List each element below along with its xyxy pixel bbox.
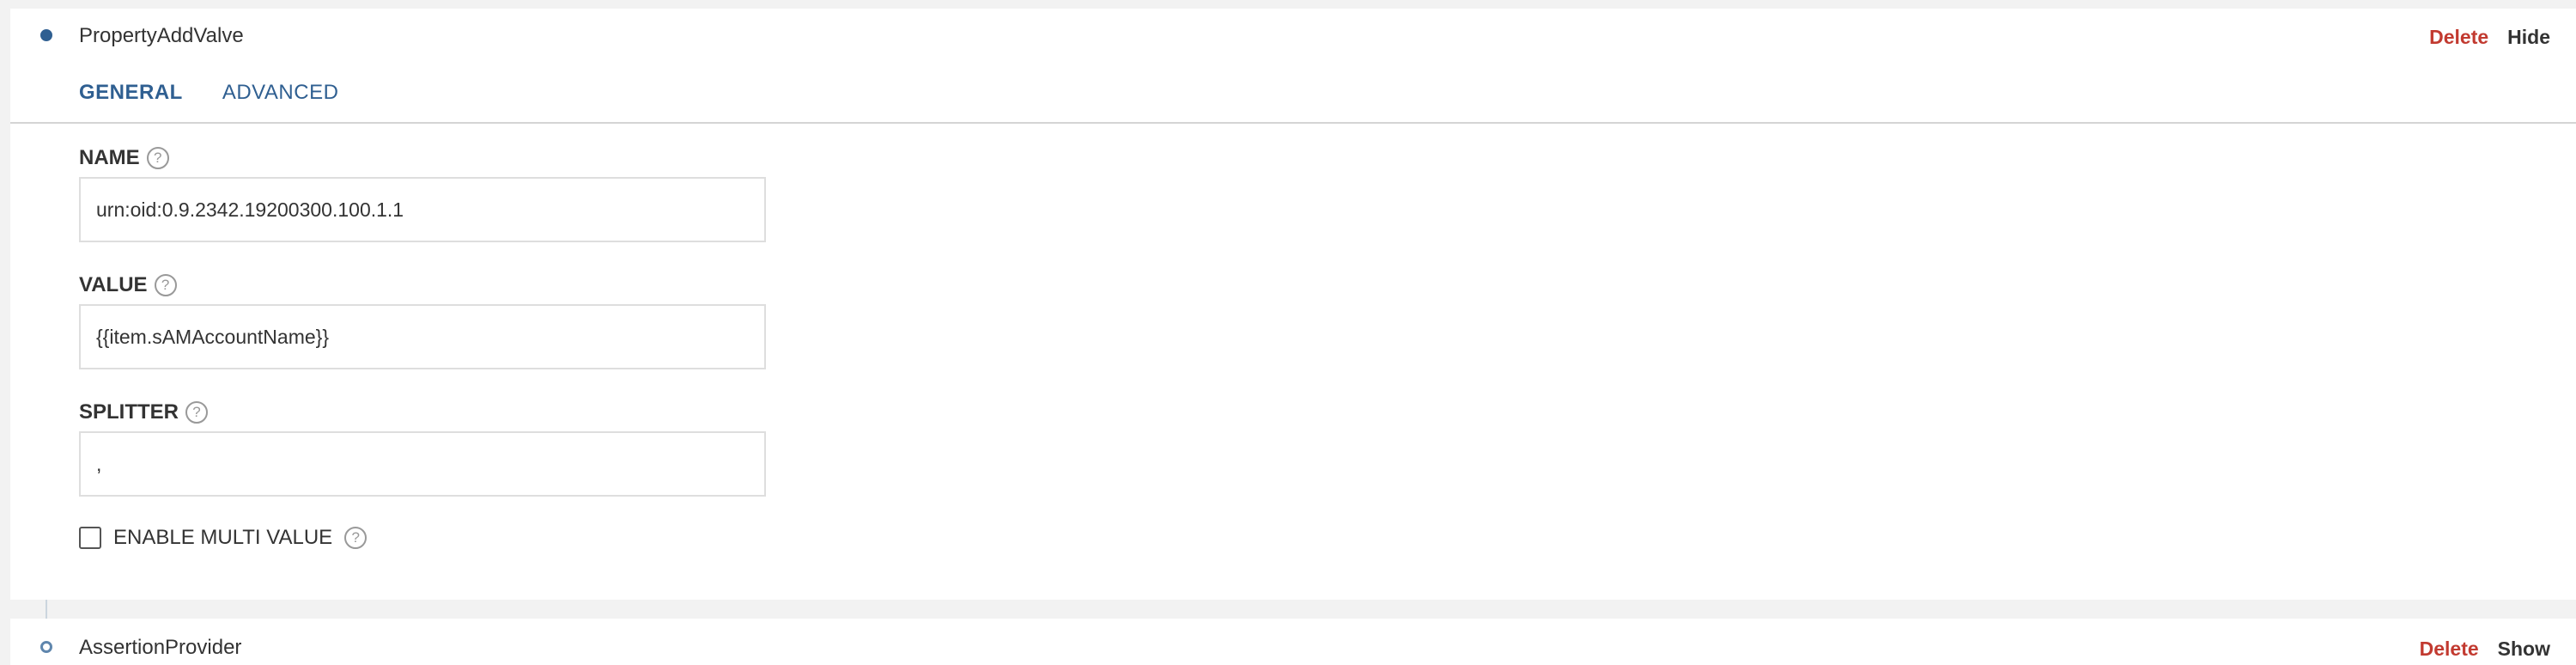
name-field[interactable]: [79, 177, 766, 242]
hide-button[interactable]: Hide: [2507, 26, 2550, 49]
splitter-field[interactable]: [79, 431, 766, 497]
name-label: NAME: [79, 146, 140, 169]
enable-multi-value-checkbox[interactable]: [79, 527, 101, 549]
item-actions: Delete Hide: [2429, 26, 2550, 49]
item-title: PropertyAddValve: [79, 24, 244, 47]
tabs-divider: [10, 122, 2576, 124]
tab-advanced[interactable]: ADVANCED: [222, 81, 339, 105]
item-card-collapsed: [10, 619, 2576, 665]
delete-button[interactable]: Delete: [2420, 638, 2479, 661]
show-button[interactable]: Show: [2498, 638, 2550, 661]
tab-general[interactable]: GENERAL: [79, 81, 183, 105]
enable-multi-value-label: ENABLE MULTI VALUE: [113, 526, 333, 549]
timeline-dot-hollow-icon: [40, 641, 52, 653]
value-field[interactable]: [79, 304, 766, 369]
help-icon[interactable]: ?: [344, 527, 368, 549]
value-label: VALUE: [79, 273, 148, 296]
item-title: AssertionProvider: [79, 636, 242, 659]
help-icon[interactable]: ?: [146, 147, 169, 169]
tab-bar: GENERAL ADVANCED: [79, 81, 338, 105]
splitter-label: SPLITTER: [79, 400, 179, 424]
pipeline-editor: PropertyAddValve Delete Hide GENERAL ADV…: [0, 0, 2576, 665]
name-label-row: NAME ?: [79, 146, 169, 170]
item-actions: Delete Show: [2420, 638, 2550, 661]
splitter-label-row: SPLITTER ?: [79, 400, 209, 424]
value-label-row: VALUE ?: [79, 273, 177, 297]
help-icon[interactable]: ?: [154, 274, 177, 296]
help-icon[interactable]: ?: [185, 401, 209, 424]
timeline-dot-filled-icon: [40, 29, 52, 41]
enable-multi-value-row: ENABLE MULTI VALUE ?: [79, 526, 368, 550]
delete-button[interactable]: Delete: [2429, 26, 2488, 49]
